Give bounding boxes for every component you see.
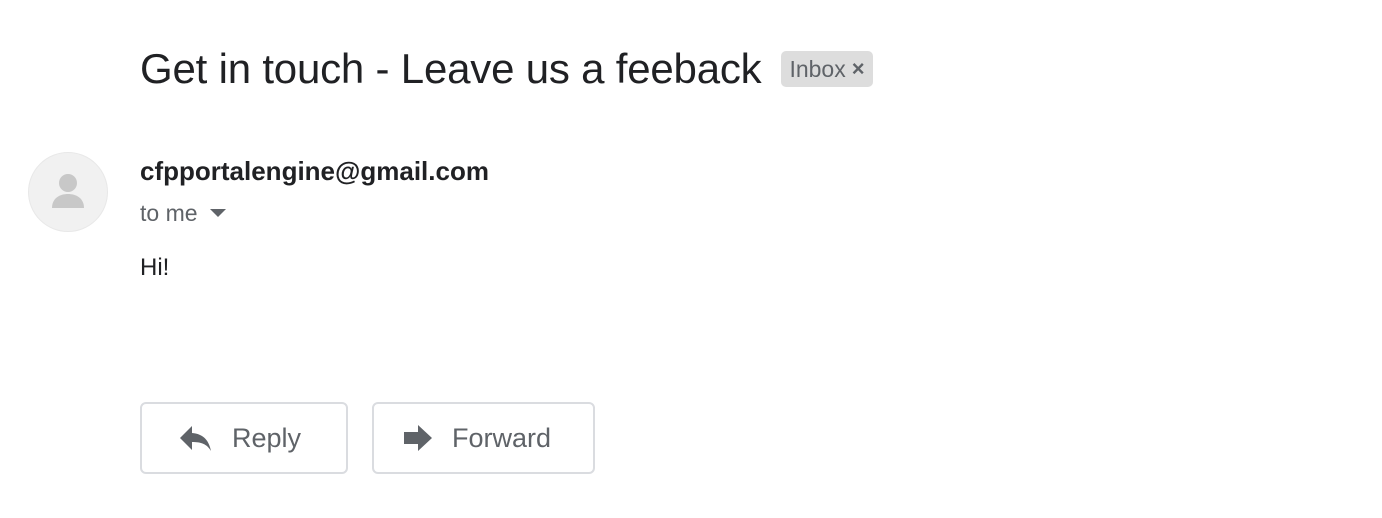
reply-label: Reply [232,422,302,453]
reply-button[interactable]: Reply [140,402,348,474]
reply-arrow-icon [178,420,214,456]
recipients-toggle[interactable]: to me [140,198,226,228]
caret-down-icon[interactable] [209,209,226,217]
label-chip-text: Inbox [789,55,846,82]
inbox-label-chip[interactable]: Inbox × [781,51,873,87]
email-subject: Get in touch - Leave us a feeback [140,45,762,92]
subject-row: Get in touch - Leave us a feeback Inbox … [140,40,873,98]
recipients-text: to me [140,199,198,226]
close-icon[interactable]: × [852,58,865,80]
person-icon [52,174,84,208]
sender-avatar [28,152,108,232]
forward-arrow-icon [400,420,436,456]
email-body: Hi! [140,254,170,281]
sender-address: cfpportalengine@gmail.com [140,156,489,186]
forward-label: Forward [452,422,552,453]
forward-button[interactable]: Forward [372,402,595,474]
